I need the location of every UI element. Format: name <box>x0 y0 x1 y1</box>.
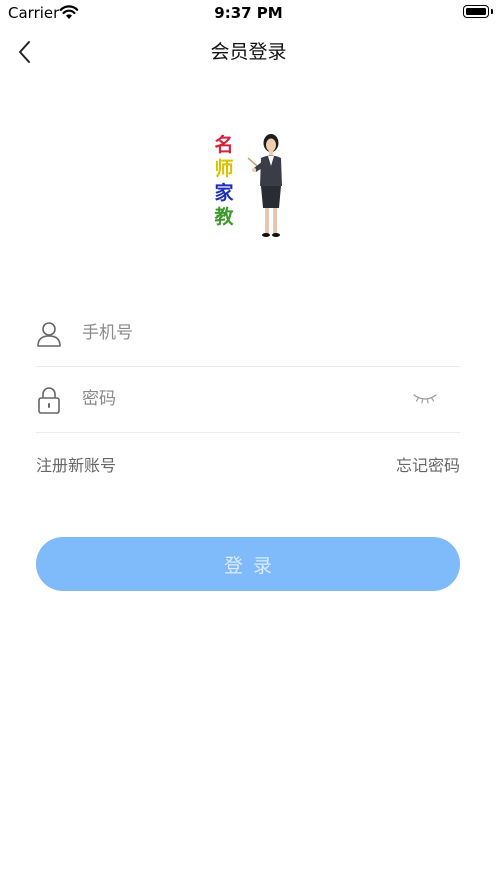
status-time: 9:37 PM <box>214 4 283 22</box>
eye-closed-icon <box>413 394 437 404</box>
logo-char: 家 <box>214 182 234 204</box>
battery-cap <box>491 9 493 14</box>
logo-char: 名 <box>214 134 234 156</box>
logo-char: 师 <box>214 158 234 180</box>
page-title: 会员登录 <box>210 41 287 63</box>
logo-char: 教 <box>214 206 234 228</box>
app-logo: 名 师 家 教 <box>202 128 296 240</box>
login-button[interactable]: 登录 <box>36 537 460 591</box>
teacher-illustration <box>247 134 282 237</box>
battery-icon <box>463 5 489 18</box>
register-link[interactable]: 注册新账号 <box>36 452 116 476</box>
user-icon <box>37 322 61 347</box>
password-visibility-toggle[interactable] <box>412 390 438 406</box>
forgot-password-link[interactable]: 忘记密码 <box>396 452 460 476</box>
phone-row <box>36 300 460 367</box>
password-row <box>36 366 460 433</box>
lock-icon <box>38 387 60 414</box>
nav-bar: 会员登录 <box>0 24 497 80</box>
phone-input[interactable] <box>82 318 402 348</box>
auth-links: 注册新账号 忘记密码 <box>36 452 460 476</box>
logo-text: 名 师 家 教 <box>210 133 238 229</box>
password-input[interactable] <box>82 384 402 414</box>
status-bar: Carrier 9:37 PM <box>0 0 497 24</box>
